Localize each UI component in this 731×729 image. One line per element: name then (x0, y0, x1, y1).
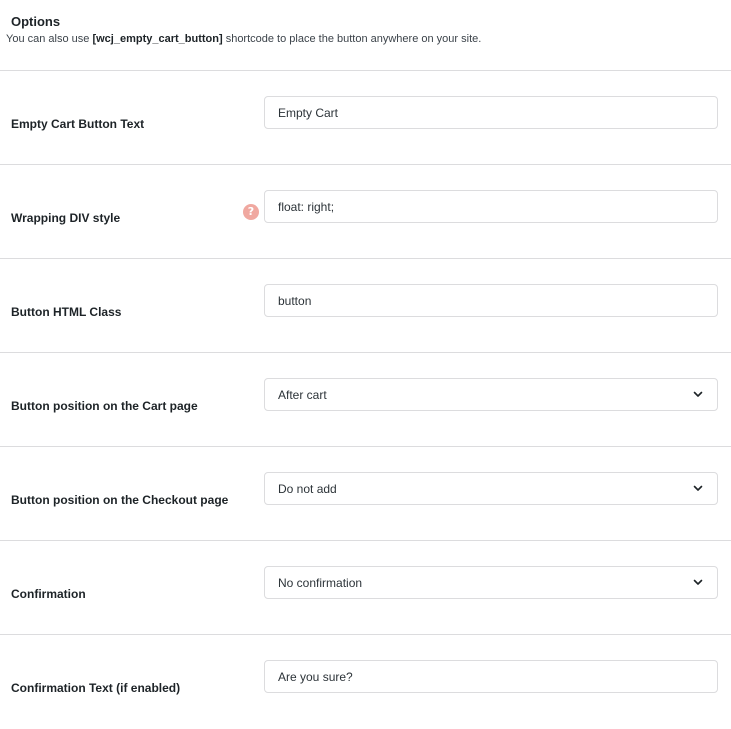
row-button-position-checkout: Button position on the Checkout page Do … (0, 447, 731, 541)
shortcode-text: [wcj_empty_cart_button] (92, 33, 223, 45)
field-value: No confirmation (278, 576, 363, 590)
section-description: You can also use [wcj_empty_cart_button]… (6, 33, 481, 45)
field-label: Button position on the Checkout page (11, 493, 229, 507)
button-html-class-input[interactable]: button (264, 284, 718, 317)
button-position-checkout-select[interactable]: Do not add (264, 472, 718, 505)
row-confirmation: Confirmation No confirmation (0, 541, 731, 635)
empty-cart-button-text-input[interactable]: Empty Cart (264, 96, 718, 129)
row-confirmation-text: Confirmation Text (if enabled) Are you s… (0, 635, 731, 729)
field-value: float: right; (278, 200, 335, 214)
field-label: Confirmation Text (if enabled) (11, 681, 181, 695)
row-button-position-cart: Button position on the Cart page After c… (0, 353, 731, 447)
chevron-down-icon (693, 579, 703, 585)
field-label: Button position on the Cart page (11, 399, 198, 413)
button-position-cart-select[interactable]: After cart (264, 378, 718, 411)
confirmation-select[interactable]: No confirmation (264, 566, 718, 599)
row-button-html-class: Button HTML Class button (0, 259, 731, 353)
chevron-down-icon (693, 485, 703, 491)
row-empty-cart-button-text: Empty Cart Button Text Empty Cart (0, 71, 731, 165)
section-title: Options (11, 14, 61, 29)
field-label: Empty Cart Button Text (11, 117, 145, 131)
row-wrapping-div-style: Wrapping DIV style ? float: right; (0, 165, 731, 259)
description-suffix: shortcode to place the button anywhere o… (222, 33, 482, 45)
field-label: Button HTML Class (11, 305, 122, 319)
options-header: Options You can also use [wcj_empty_cart… (0, 0, 731, 70)
field-value: Do not add (278, 482, 337, 496)
confirmation-text-input[interactable]: Are you sure? (264, 660, 718, 693)
field-value: After cart (278, 388, 327, 402)
field-label: Wrapping DIV style (11, 211, 121, 225)
field-value: button (278, 294, 312, 308)
field-value: Are you sure? (278, 670, 353, 684)
description-prefix: You can also use (6, 33, 93, 45)
question-icon[interactable]: ? (243, 204, 259, 220)
wrapping-div-style-input[interactable]: float: right; (264, 190, 718, 223)
field-label: Confirmation (11, 587, 86, 601)
field-value: Empty Cart (278, 106, 339, 120)
chevron-down-icon (693, 391, 703, 397)
